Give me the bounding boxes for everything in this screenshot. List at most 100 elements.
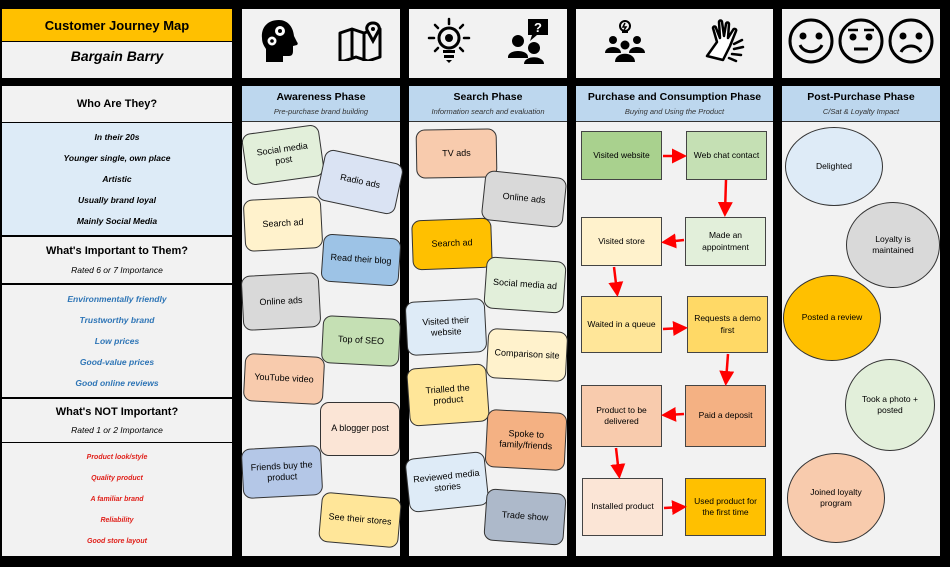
team-idea-icon <box>604 19 646 68</box>
persona-name: Bargain Barry <box>2 42 232 78</box>
touchpoint-card[interactable]: Search ad <box>242 195 324 253</box>
who-item: Mainly Social Media <box>76 215 158 226</box>
post-purchase-icon-panel <box>782 9 940 78</box>
phase-title: Search Phase <box>453 91 523 103</box>
search-icon-panel: ? <box>409 9 567 78</box>
touchpoint-card[interactable]: Visited their website <box>404 297 488 357</box>
sad-face-icon <box>887 17 935 70</box>
not-important-item: Product look/style <box>86 454 148 461</box>
post-purchase-phase-body: Delighted Loyalty is maintained Posted a… <box>782 122 940 556</box>
touchpoint-card[interactable]: Reviewed media stories <box>404 450 490 514</box>
touchpoint-card[interactable]: Spoke to family/friends <box>484 408 568 472</box>
journey-step[interactable]: Visited store <box>581 217 662 266</box>
touchpoint-card[interactable]: Comparison site <box>485 327 569 383</box>
not-important-item: Reliability <box>100 517 134 524</box>
map-title: Customer Journey Map <box>2 9 232 41</box>
touchpoint-card[interactable]: Friends buy the product <box>240 444 324 500</box>
touchpoint-card[interactable]: YouTube video <box>242 352 326 406</box>
hands-icon <box>703 18 745 69</box>
important-item: Low prices <box>94 335 140 346</box>
who-list: In their 20s Younger single, own place A… <box>2 123 232 235</box>
awareness-phase-header: Awareness Phase Pre-purchase brand build… <box>242 86 400 122</box>
important-item: Good-value prices <box>79 356 155 367</box>
journey-step[interactable]: Web chat contact <box>686 131 767 180</box>
not-important-list: Product look/style Quality product A fam… <box>2 443 232 556</box>
who-item: Younger single, own place <box>63 153 171 164</box>
journey-step[interactable]: Made an appointment <box>685 217 766 266</box>
outcome-bubble[interactable]: Loyalty is maintained <box>846 202 940 288</box>
outcome-bubble[interactable]: Took a photo + posted <box>845 359 935 451</box>
search-phase-header: Search Phase Information search and eval… <box>409 86 567 122</box>
post-purchase-phase-header: Post-Purchase Phase C/Sat & Loyalty Impa… <box>782 86 940 122</box>
purchase-phase-body: Visited website Web chat contact Made an… <box>576 122 773 556</box>
touchpoint-card[interactable]: A blogger post <box>320 402 400 456</box>
important-list: Environmentally friendly Trustworthy bra… <box>2 285 232 397</box>
touchpoint-card[interactable]: Trade show <box>483 488 567 546</box>
flow-arrow <box>661 233 685 249</box>
who-item: Artistic <box>102 173 132 184</box>
journey-step[interactable]: Visited website <box>581 131 662 180</box>
touchpoint-card[interactable]: Read their blog <box>320 233 402 287</box>
touchpoint-card[interactable]: Social media post <box>240 123 326 187</box>
purchase-icon-panel <box>576 9 773 78</box>
who-item: Usually brand loyal <box>78 194 156 205</box>
touchpoint-card[interactable]: Online ads <box>480 169 568 229</box>
not-important-heading: What's NOT Important? <box>55 406 179 419</box>
not-important-item: Quality product <box>91 475 143 482</box>
important-item: Good online reviews <box>75 377 159 388</box>
flow-arrow <box>663 500 687 516</box>
touchpoint-card[interactable]: Search ad <box>411 217 493 271</box>
outcome-bubble[interactable]: Posted a review <box>783 275 881 361</box>
phase-subtitle: Information search and evaluation <box>431 107 545 116</box>
purchase-phase-header: Purchase and Consumption Phase Buying an… <box>576 86 773 122</box>
important-item: Environmentally friendly <box>67 294 167 305</box>
who-heading: Who Are They? <box>76 98 158 110</box>
flow-arrow <box>661 406 685 422</box>
head-gears-icon <box>259 18 303 69</box>
flow-arrow <box>608 266 624 297</box>
flow-arrow <box>610 447 626 479</box>
happy-face-icon <box>787 17 835 70</box>
journey-step[interactable]: Used product for the first time <box>685 478 766 536</box>
awareness-icon-panel <box>242 9 400 78</box>
journey-step[interactable]: Waited in a queue <box>581 296 662 353</box>
svg-text:?: ? <box>534 20 542 35</box>
phase-subtitle: C/Sat & Loyalty Impact <box>822 107 900 116</box>
who-item: In their 20s <box>94 132 140 143</box>
awareness-phase-body: Social media post Radio ads Search ad Re… <box>240 122 405 556</box>
journey-step[interactable]: Requests a demo first <box>687 296 768 353</box>
outcome-bubble[interactable]: Delighted <box>785 127 883 206</box>
who-section-header: Who Are They? <box>2 86 232 122</box>
flow-arrow <box>662 321 688 336</box>
touchpoint-card[interactable]: Social media ad <box>483 256 567 314</box>
search-phase-body: TV ads Online ads Search ad Social media… <box>404 122 569 556</box>
phase-subtitle: Pre-purchase brand building <box>273 107 369 116</box>
touchpoint-card[interactable]: Online ads <box>240 271 322 332</box>
journey-step[interactable]: Paid a deposit <box>685 385 766 447</box>
phase-subtitle: Buying and Using the Product <box>624 107 725 116</box>
flow-arrow <box>717 179 733 217</box>
phase-title: Post-Purchase Phase <box>807 91 915 103</box>
important-item: Trustworthy brand <box>79 315 155 326</box>
neutral-face-icon <box>837 17 885 70</box>
flow-arrow <box>719 353 735 386</box>
touchpoint-card[interactable]: Top of SEO <box>320 314 402 368</box>
map-pin-icon <box>337 21 383 66</box>
touchpoint-card[interactable]: TV ads <box>415 128 498 179</box>
not-important-subheading: Rated 1 or 2 Importance <box>71 424 163 435</box>
not-important-item: A familiar brand <box>90 496 144 503</box>
touchpoint-card[interactable]: Radio ads <box>315 148 405 216</box>
not-important-item: Good store layout <box>87 538 147 545</box>
journey-step[interactable]: Product to be delivered <box>581 385 662 447</box>
important-heading: What's Important to Them? <box>46 245 188 257</box>
people-question-icon: ? <box>506 17 550 70</box>
touchpoint-card[interactable]: See their stores <box>317 491 403 549</box>
not-important-section-header: What's NOT Important? Rated 1 or 2 Impor… <box>2 399 232 442</box>
outcome-bubble[interactable]: Joined loyalty program <box>787 453 885 543</box>
journey-step[interactable]: Installed product <box>582 478 663 536</box>
important-section-header: What's Important to Them? Rated 6 or 7 I… <box>2 237 232 283</box>
phase-title: Awareness Phase <box>276 91 366 103</box>
important-subheading: Rated 6 or 7 Importance <box>71 265 163 275</box>
phase-title: Purchase and Consumption Phase <box>587 91 762 103</box>
touchpoint-card[interactable]: Trialled the product <box>406 363 490 427</box>
